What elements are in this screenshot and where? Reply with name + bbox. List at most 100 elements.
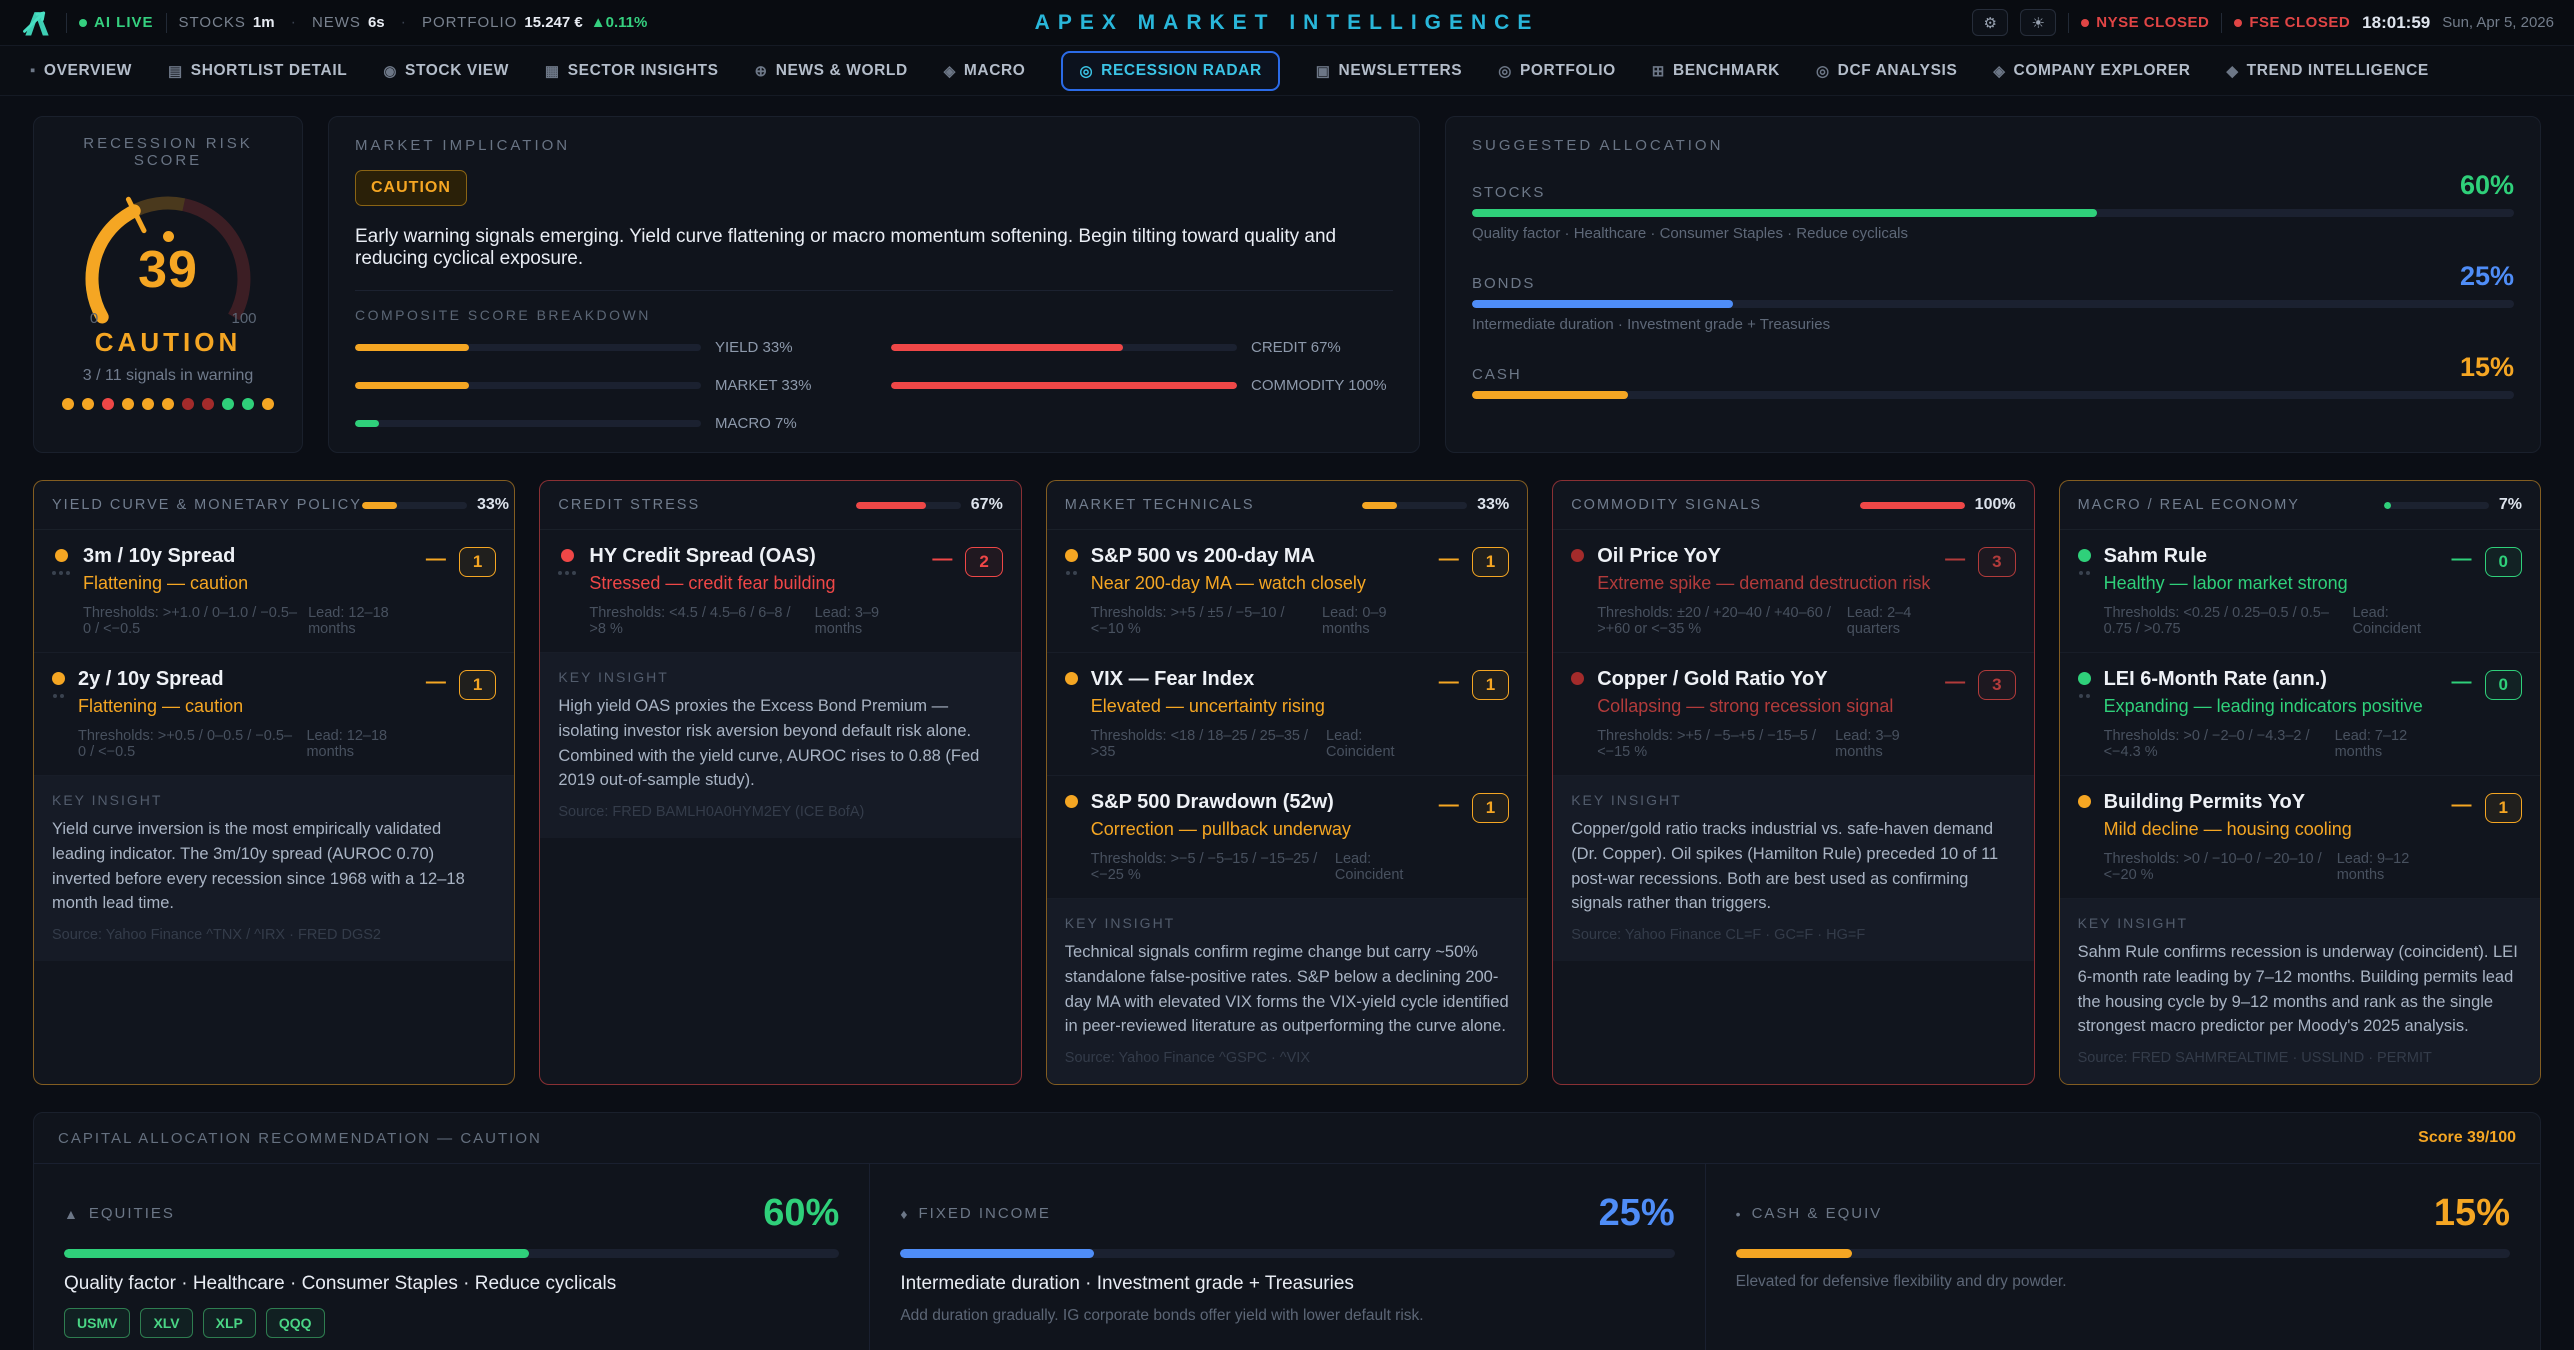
capital-allocation-panel: CAPITAL ALLOCATION RECOMMENDATION — CAUT… [33,1112,2541,1350]
stock-view-icon: ◉ [383,62,397,80]
asset-note: Elevated for defensive flexibility and d… [1736,1273,2510,1291]
allocation-bar-track [1472,300,2514,308]
tab-portfolio[interactable]: ◎PORTFOLIO [1498,62,1616,80]
sun-icon: ☀ [2032,14,2045,32]
trend-dash-icon: — [1439,793,1459,817]
signal-status: Flattening — caution [78,696,413,717]
card-score-fill [1362,502,1397,509]
signal-lead: Lead: 7–12 months [2335,728,2439,760]
dcf-analysis-icon: ◎ [1816,62,1830,80]
asset-class-label: FIXED INCOME [918,1205,1050,1222]
status-dot-icon [1065,549,1078,562]
allocation-row-cash: CASH15% [1472,352,2514,399]
card-score-percent: 33% [477,496,509,514]
asset-bar-fill [64,1249,529,1258]
signal-score-badge: 1 [1472,547,1509,577]
divider [166,13,167,33]
tab-benchmark[interactable]: ⊞BENCHMARK [1652,62,1780,80]
suggested-allocation-panel: SUGGESTED ALLOCATION STOCKS60%Quality fa… [1445,116,2541,453]
card-title: CREDIT STRESS [558,497,700,513]
history-dots-icon [2079,571,2090,575]
signal-lead: Lead: 12–18 months [308,605,413,637]
asset-class-label: CASH & EQUIV [1752,1205,1883,1222]
allocation-rows: STOCKS60%Quality factor · Healthcare · C… [1472,170,2514,399]
recession-radar-page: RECESSION RISK SCORE 0 100 39 CAUTION 3 … [0,96,2574,1350]
settings-button[interactable]: ⚙ [1972,9,2008,36]
key-insight-block: KEY INSIGHTSahm Rule confirms recession … [2060,899,2540,1084]
tab-trend-intelligence[interactable]: ◆TREND INTELLIGENCE [2227,62,2429,80]
allocation-bar-fill [1472,209,2097,217]
breakdown-bar-label: MARKET 33% [715,377,857,394]
capital-column-equities: ▲EQUITIES60%Quality factor · Healthcare … [34,1164,869,1350]
recession-radar-icon: ◎ [1079,62,1093,80]
signal-thresholds: Thresholds: >0 / −2–0 / −4.3–2 / <−4.3 % [2104,728,2325,760]
tab-news-world[interactable]: ⊕NEWS & WORLD [755,62,908,80]
tab-macro[interactable]: ◈MACRO [944,62,1026,80]
card-score-track [1860,502,1965,509]
news-value: 6s [368,14,385,31]
signal-thresholds: Thresholds: >+1.0 / 0–1.0 / −0.5–0 / <−0… [83,605,298,637]
asset-class-icon: ♦ [900,1206,909,1222]
asset-bar-track [900,1249,1674,1258]
implication-text: Early warning signals emerging. Yield cu… [355,226,1393,270]
signal-name: LEI 6-Month Rate (ann.) [2104,668,2439,691]
tab-recession-radar[interactable]: ◎RECESSION RADAR [1061,51,1279,91]
macro-icon: ◈ [944,62,956,80]
allocation-percent: 15% [2460,352,2514,383]
key-insight-block: KEY INSIGHTTechnical signals confirm reg… [1047,899,1527,1084]
theme-toggle-button[interactable]: ☀ [2020,9,2056,36]
asset-class-percent: 60% [763,1192,839,1235]
breakdown-bar-label: CREDIT 67% [1251,339,1393,356]
divider [2068,13,2069,33]
tab-company-explorer[interactable]: ◈COMPANY EXPLORER [1993,62,2190,80]
signal-score-badge: 3 [1978,547,2015,577]
market-implication-title: MARKET IMPLICATION [355,137,1393,154]
signal-status: Mild decline — housing cooling [2104,819,2439,840]
fse-status-dot-icon [2234,19,2242,27]
status-dot-icon [2078,672,2091,685]
card-score-percent: 7% [2499,496,2522,514]
tab-label: SHORTLIST DETAIL [191,62,348,80]
card-market-technicals: MARKET TECHNICALS33%S&P 500 vs 200-day M… [1046,480,1528,1085]
tab-dcf-analysis[interactable]: ◎ DCF ANALYSIS [1816,62,1957,80]
status-dot-icon [561,549,574,562]
source-text: Source: Yahoo Finance ^TNX / ^IRX · FRED… [52,927,496,943]
signals-warning-count: 3 / 11 signals in warning [50,367,286,385]
signal-lead: Lead: Coincident [2353,605,2439,637]
status-dot-icon [1065,795,1078,808]
signal-status-dots [50,398,286,410]
overview-icon: ▪ [30,62,36,79]
signal-lead: Lead: 3–9 months [815,605,920,637]
card-score-fill [362,502,397,509]
card-score-percent: 67% [971,496,1003,514]
signal-thresholds: Thresholds: >+5 / ±5 / −5–10 / <−10 % [1091,605,1312,637]
source-text: Source: Yahoo Finance CL=F · GC=F · HG=F [1571,927,2015,943]
shortlist-detail-icon: ▤ [168,62,183,80]
signal-row-s-p-500-vs-200-day-ma: S&P 500 vs 200-day MANear 200-day MA — w… [1047,530,1527,653]
breakdown-bar-fill [891,344,1123,351]
allocation-row-stocks: STOCKS60%Quality factor · Healthcare · C… [1472,170,2514,242]
signal-name: 3m / 10y Spread [83,545,413,568]
signal-dot-icon [162,398,174,410]
trend-dash-icon: — [426,547,446,571]
status-dot-icon [1571,672,1584,685]
key-insight-label: KEY INSIGHT [1065,915,1509,931]
asset-class-percent: 15% [2434,1192,2510,1235]
card-score-percent: 33% [1477,496,1509,514]
capital-allocation-header: CAPITAL ALLOCATION RECOMMENDATION — CAUT… [34,1113,2540,1164]
capital-column-fixed-income: ♦FIXED INCOME25%Intermediate duration · … [869,1164,1704,1350]
tab-shortlist-detail[interactable]: ▤ SHORTLIST DETAIL [168,62,347,80]
signal-name: S&P 500 Drawdown (52w) [1091,791,1426,814]
tab-label: DCF ANALYSIS [1838,62,1958,80]
history-dots-icon [558,571,576,575]
tab-overview[interactable]: ▪OVERVIEW [30,62,132,80]
stocks-label: STOCKS [179,14,246,31]
ai-live-status: AI LIVE [79,14,154,31]
portfolio-status: PORTFOLIO 15.247 € ▲0.11% [422,14,647,31]
tab-sector-insights[interactable]: ▦SECTOR INSIGHTS [545,62,719,80]
signal-thresholds: Thresholds: >+0.5 / 0–0.5 / −0.5–0 / <−0… [78,728,296,760]
source-text: Source: Yahoo Finance ^GSPC · ^VIX [1065,1050,1509,1066]
tab-stock-view[interactable]: ◉STOCK VIEW [383,62,509,80]
risk-gauge: 0 100 39 [50,175,286,327]
tab-newsletters[interactable]: ▣NEWSLETTERS [1316,62,1463,80]
